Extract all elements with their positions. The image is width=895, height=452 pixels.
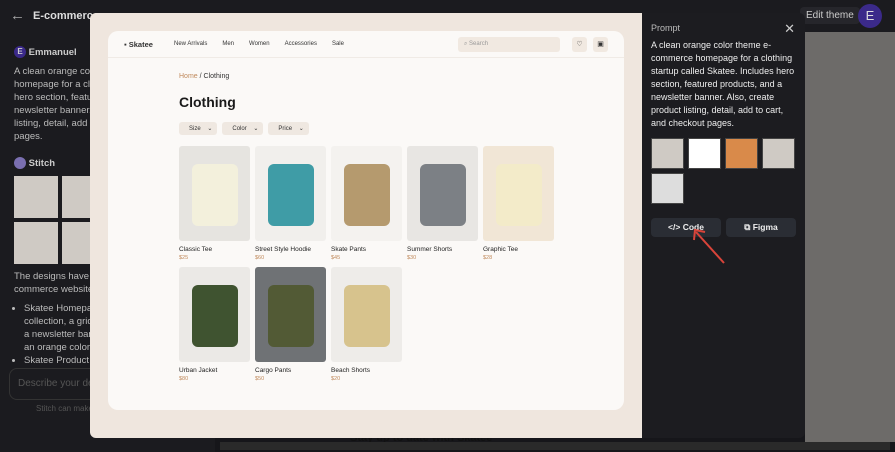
- product-name[interactable]: Classic Tee: [179, 246, 250, 253]
- thumbnail[interactable]: [651, 138, 684, 169]
- filter-price[interactable]: Price ⌄: [268, 122, 309, 135]
- product-image[interactable]: [179, 267, 250, 362]
- page-title: Clothing: [179, 94, 236, 110]
- product-shape: [191, 164, 238, 226]
- thumbnail[interactable]: [14, 222, 58, 264]
- product-grid: Classic Tee $25 Street Style Hoodie $60 Skat…: [179, 146, 554, 382]
- product-image[interactable]: [179, 146, 250, 241]
- product-image[interactable]: [331, 146, 402, 241]
- search-icon: ⌕: [464, 41, 468, 47]
- product-image[interactable]: [255, 146, 326, 241]
- filter-label: Color: [227, 123, 252, 135]
- product-card[interactable]: Classic Tee $25: [179, 146, 250, 261]
- product-image[interactable]: [483, 146, 554, 241]
- product-price: $50: [255, 376, 265, 382]
- thumbnail[interactable]: [14, 176, 58, 218]
- thumbnail[interactable]: [725, 138, 758, 169]
- product-card[interactable]: Skate Pants $45: [331, 146, 402, 261]
- figma-button[interactable]: ⧉ Figma: [726, 218, 796, 237]
- product-price: $60: [255, 255, 265, 261]
- filter-color[interactable]: Color ⌄: [222, 122, 264, 135]
- product-shape: [343, 164, 390, 226]
- product-shape: [267, 164, 314, 226]
- code-icon: </>: [668, 222, 681, 232]
- thumbnail[interactable]: [651, 173, 684, 204]
- product-name[interactable]: Skate Pants: [331, 246, 402, 253]
- product-price: $30: [407, 255, 417, 261]
- product-price: $25: [179, 255, 189, 261]
- stitch-logo-icon: [14, 157, 26, 170]
- product-card[interactable]: Beach Shorts $20: [331, 267, 402, 382]
- user-avatar: E: [14, 46, 26, 59]
- breadcrumb-home[interactable]: Home: [179, 73, 198, 80]
- prompt-panel: Prompt ✕ A clean orange color theme e-co…: [642, 13, 805, 438]
- product-shape: [191, 285, 238, 347]
- close-icon[interactable]: ✕: [784, 21, 795, 37]
- breadcrumb-current: Clothing: [203, 73, 230, 80]
- thumbnail[interactable]: [762, 138, 795, 169]
- logo-text: Skatee: [128, 40, 153, 49]
- filter-size[interactable]: Size ⌄: [179, 122, 218, 135]
- site-logo: ▪ Skatee: [124, 40, 153, 49]
- site-preview: ▪ Skatee New Arrivals Men Women Accessor…: [108, 31, 624, 410]
- breadcrumb-separator: /: [199, 73, 202, 80]
- product-card[interactable]: Street Style Hoodie $60: [255, 146, 326, 261]
- filter-label: Price: [273, 123, 298, 135]
- product-shape: [419, 164, 466, 226]
- figma-label: Figma: [752, 222, 778, 232]
- agent-name: Stitch: [28, 158, 56, 169]
- nav-sale[interactable]: Sale: [332, 41, 344, 47]
- product-name[interactable]: Graphic Tee: [483, 246, 554, 253]
- product-shape: [343, 285, 390, 347]
- product-name[interactable]: Summer Shorts: [407, 246, 478, 253]
- canvas-preview: [805, 32, 895, 442]
- thumbnail-selected[interactable]: [688, 138, 721, 169]
- product-price: $20: [331, 376, 341, 382]
- product-image[interactable]: [331, 267, 402, 362]
- product-image[interactable]: [255, 267, 326, 362]
- avatar[interactable]: E: [858, 4, 882, 28]
- horizontal-scrollbar[interactable]: [220, 442, 890, 450]
- product-name[interactable]: Urban Jacket: [179, 367, 250, 374]
- user-name: Emmanuel: [28, 47, 77, 58]
- product-card[interactable]: Cargo Pants $50: [255, 267, 326, 382]
- preview-modal: ▪ Skatee New Arrivals Men Women Accessor…: [90, 13, 642, 438]
- annotation-arrow-icon: [693, 228, 725, 264]
- prompt-label: Prompt: [651, 23, 681, 33]
- product-name[interactable]: Beach Shorts: [331, 367, 402, 374]
- product-image[interactable]: [407, 146, 478, 241]
- nav-accessories[interactable]: Accessories: [285, 41, 317, 47]
- prompt-text: A clean orange color theme e-commerce ho…: [651, 40, 795, 128]
- product-name[interactable]: Street Style Hoodie: [255, 246, 326, 253]
- nav-women[interactable]: Women: [249, 41, 270, 47]
- nav-men[interactable]: Men: [222, 41, 234, 47]
- edit-theme-button[interactable]: Edit theme: [800, 7, 860, 24]
- site-nav: ▪ Skatee New Arrivals Men Women Accessor…: [108, 31, 624, 58]
- search-placeholder: Search: [469, 41, 489, 47]
- product-card[interactable]: Graphic Tee $28: [483, 146, 554, 261]
- product-shape: [495, 164, 542, 226]
- back-arrow-icon[interactable]: ←: [10, 7, 25, 24]
- nav-new-arrivals[interactable]: New Arrivals: [174, 41, 207, 47]
- breadcrumb: Home / Clothing: [179, 73, 229, 80]
- screen-thumbnails: [651, 138, 796, 204]
- filter-label: Size: [184, 123, 206, 135]
- cart-icon[interactable]: ▣: [593, 37, 608, 52]
- product-price: $45: [331, 255, 341, 261]
- product-card[interactable]: Urban Jacket $80: [179, 267, 250, 382]
- product-price: $80: [179, 376, 189, 382]
- heart-icon[interactable]: ♡: [572, 37, 587, 52]
- product-price: $28: [483, 255, 493, 261]
- search-input[interactable]: ⌕ Search: [458, 37, 560, 52]
- product-card[interactable]: Summer Shorts $30: [407, 146, 478, 261]
- product-name[interactable]: Cargo Pants: [255, 367, 326, 374]
- copy-icon: ⧉: [744, 222, 751, 232]
- product-shape: [267, 285, 314, 347]
